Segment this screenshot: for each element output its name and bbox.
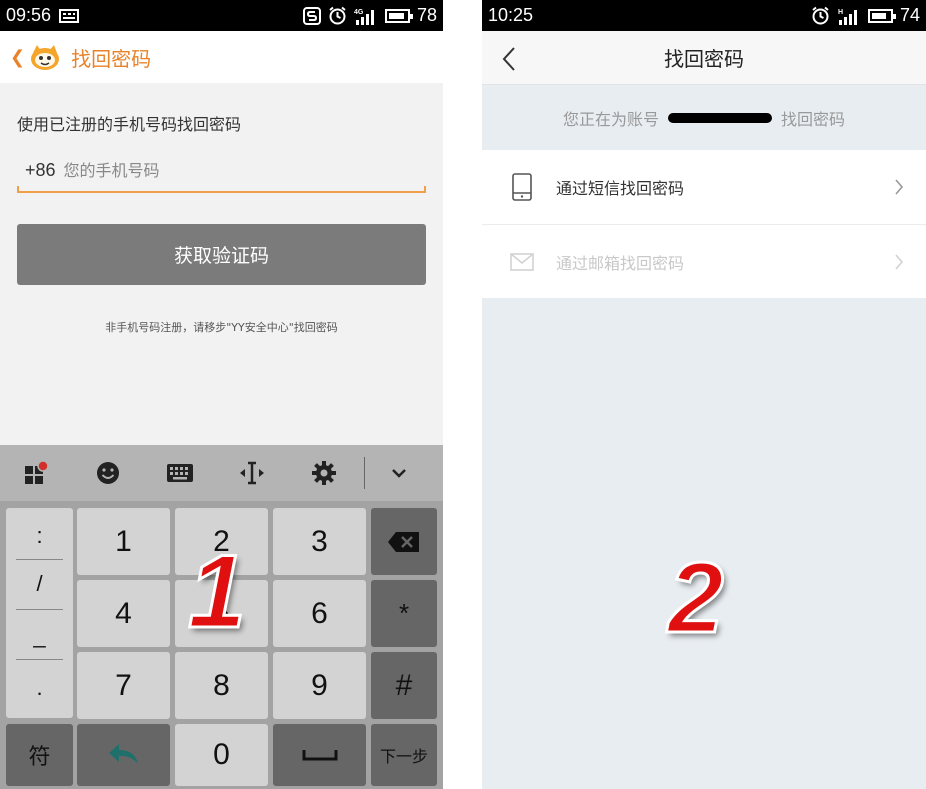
option-label: 通过邮箱找回密码 [556, 253, 685, 273]
instruction-text: 使用已注册的手机号码找回密码 [17, 115, 242, 134]
keyboard-icon[interactable] [144, 445, 216, 501]
left-phone-screen: 09:56 4G 78 ❮ 找回密码 使用已注册的手机号码找回密码 +86 您的… [0, 0, 443, 789]
backspace-key[interactable] [371, 508, 437, 575]
chevron-right-icon [895, 254, 904, 270]
key-6[interactable]: 6 [273, 580, 366, 647]
battery-icon [867, 8, 896, 23]
signal-icon: 4G [354, 9, 374, 25]
symbol-divider [16, 609, 63, 610]
step-number-1: 1 [187, 534, 248, 650]
back-icon[interactable] [500, 45, 520, 73]
key-dot[interactable]: . [6, 664, 73, 712]
keyboard-toolbar [0, 445, 443, 501]
account-banner: 您正在为账号 找回密码 [482, 85, 926, 150]
message-icon [59, 8, 80, 23]
right-header: 找回密码 [482, 31, 926, 85]
masked-account [668, 112, 772, 123]
space-key[interactable] [273, 724, 366, 786]
space-icon [302, 750, 337, 761]
key-star[interactable]: * [371, 580, 437, 647]
status-time: 10:25 [488, 5, 534, 25]
key-colon[interactable]: : [6, 512, 73, 560]
chevron-right-icon [895, 179, 904, 195]
key-3[interactable]: 3 [273, 508, 366, 575]
svg-text:4G: 4G [354, 9, 364, 16]
key-hash[interactable]: # [371, 652, 437, 719]
phone-number-field[interactable]: +86 [17, 149, 426, 193]
country-code[interactable]: +86 [25, 160, 56, 181]
account-banner-suffix: 找回密码 [781, 109, 846, 129]
recovery-options: 通过短信找回密码 通过邮箱找回密码 [482, 150, 926, 298]
battery-level: 74 [899, 5, 920, 25]
key-slash[interactable]: / [6, 560, 73, 608]
toolbar-divider [364, 457, 365, 489]
next-step-key[interactable]: 下一步 [371, 724, 437, 786]
phone-number-input[interactable] [63, 160, 394, 180]
apps-icon[interactable] [0, 445, 72, 501]
app-notification-icon [302, 6, 321, 25]
return-key[interactable] [77, 724, 170, 786]
return-arrow-icon [108, 744, 138, 764]
alarm-icon [812, 6, 829, 25]
symbol-divider [16, 659, 63, 660]
right-phone-screen: 10:25 H 74 找回密码 您正在为账号 找回密码 通过短信找回密码 通过邮… [482, 0, 926, 789]
yy-logo-icon [31, 45, 60, 70]
page-title: 找回密码 [71, 46, 152, 71]
settings-icon[interactable] [288, 445, 360, 501]
key-9[interactable]: 9 [273, 652, 366, 719]
key-1[interactable]: 1 [77, 508, 170, 575]
battery-level: 78 [416, 5, 437, 25]
key-0[interactable]: 0 [175, 724, 268, 786]
recover-by-sms-option[interactable]: 通过短信找回密码 [482, 150, 926, 224]
recovery-form: 使用已注册的手机号码找回密码 +86 获取验证码 非手机号码注册，请移步"YY安… [0, 83, 443, 445]
alarm-icon [329, 6, 346, 25]
mail-icon [510, 252, 534, 271]
page-title: 找回密码 [664, 47, 744, 71]
symbol-key[interactable]: 符 [6, 724, 73, 786]
svg-text:H: H [838, 9, 843, 16]
key-underscore[interactable]: _ [6, 612, 73, 660]
cursor-icon[interactable] [216, 445, 288, 501]
back-icon[interactable]: ❮ [10, 47, 25, 68]
yy-security-center-note: 非手机号码注册，请移步"YY安全中心"找回密码 [105, 321, 338, 334]
recover-by-email-option[interactable]: 通过邮箱找回密码 [482, 224, 926, 298]
status-bar: 09:56 4G 78 [0, 0, 443, 31]
get-verification-code-button[interactable]: 获取验证码 [17, 224, 426, 285]
signal-icon: H [838, 9, 857, 25]
key-8[interactable]: 8 [175, 652, 268, 719]
battery-icon [384, 8, 413, 23]
phone-icon [512, 173, 532, 201]
backspace-icon [388, 531, 419, 552]
status-time: 09:56 [6, 5, 52, 25]
key-7[interactable]: 7 [77, 652, 170, 719]
collapse-icon[interactable] [371, 445, 427, 501]
account-banner-prefix: 您正在为账号 [562, 109, 659, 129]
symbol-column: : / _ . [6, 508, 73, 718]
left-header: ❮ 找回密码 [0, 31, 443, 83]
emoji-icon[interactable] [72, 445, 144, 501]
option-label: 通过短信找回密码 [556, 179, 685, 198]
step-number-2: 2 [667, 542, 726, 654]
status-bar: 10:25 H 74 [482, 0, 926, 31]
key-4[interactable]: 4 [77, 580, 170, 647]
